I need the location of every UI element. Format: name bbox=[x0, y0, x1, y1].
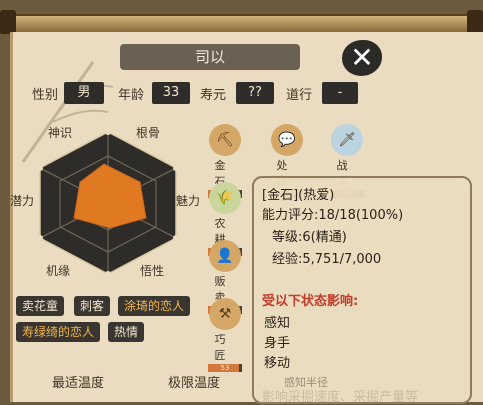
skill-level-bar: 53 bbox=[208, 364, 242, 372]
skill-name: 巧匠 bbox=[214, 333, 236, 362]
radar-label-shenshi: 神识 bbox=[48, 126, 73, 140]
radar-label-qianli: 潜力 bbox=[10, 194, 35, 208]
age-value: 33 bbox=[152, 82, 190, 104]
tooltip-effect: 感知 bbox=[264, 316, 291, 331]
tooltip-title: [金石](热爱) bbox=[262, 188, 335, 203]
relation-tag[interactable]: 涂琦的恋人 bbox=[118, 296, 191, 316]
tooltip-exp: 经验:5,751/7,000 bbox=[272, 252, 382, 267]
craft-icon: ⚒ bbox=[209, 298, 241, 330]
lifespan-label: 寿元 bbox=[200, 88, 227, 103]
tooltip-level: 等级:6(精通) bbox=[272, 230, 347, 245]
limit-temperature-label: 极限温度 bbox=[168, 376, 221, 391]
merchant-icon: 👤 bbox=[209, 240, 241, 272]
relation-tag[interactable]: 寿绿绮的恋人 bbox=[16, 322, 101, 342]
trait-tag[interactable]: 刺客 bbox=[74, 296, 111, 316]
speech-bubble-icon: 💬 bbox=[271, 124, 303, 156]
radar-label-jiyuan: 机缘 bbox=[46, 264, 71, 278]
trait-tag[interactable]: 热情 bbox=[108, 322, 145, 342]
radar-label-meili: 魅力 bbox=[176, 194, 201, 208]
age-label: 年龄 bbox=[118, 88, 145, 103]
tooltip-affected-header: 受以下状态影响: bbox=[262, 294, 359, 309]
rod-cap-right bbox=[467, 10, 483, 34]
daoxing-label: 道行 bbox=[286, 88, 313, 103]
radar-label-wuxing: 悟性 bbox=[140, 264, 165, 278]
tooltip-effect: 移动 bbox=[264, 356, 291, 371]
skill-tooltip: [金石](热爱) 能力评分:18/18(100%) 等级:6(精通) 经验:5,… bbox=[252, 176, 472, 405]
best-temperature-label: 最适温度 bbox=[52, 376, 105, 391]
trait-tag[interactable]: 卖花童 bbox=[16, 296, 65, 316]
scroll-rod-top bbox=[0, 10, 483, 34]
daoxing-value: - bbox=[322, 82, 358, 104]
gender-label: 性别 bbox=[32, 88, 59, 103]
rod-cap-left bbox=[0, 10, 16, 34]
lifespan-value: ?? bbox=[236, 82, 274, 104]
skill-level-value: 53 bbox=[220, 364, 230, 372]
tooltip-effect: 身手 bbox=[264, 336, 291, 351]
skill-qiaojiang[interactable]: ⚒ 巧匠 53 bbox=[205, 298, 245, 372]
grain-icon: 🌾 bbox=[209, 182, 241, 214]
gender-value: 男 bbox=[64, 82, 104, 104]
sword-icon: 🗡 bbox=[331, 124, 363, 156]
tooltip-footer: 影响采掘速度、采掘产量等 bbox=[262, 390, 419, 405]
character-name-title: 司以 bbox=[120, 44, 300, 70]
pickaxe-icon: ⛏ bbox=[209, 124, 241, 156]
radar-label-gengu: 根骨 bbox=[136, 126, 161, 140]
close-icon[interactable]: ✕ bbox=[350, 41, 373, 74]
tooltip-rating: 能力评分:18/18(100%) bbox=[262, 208, 404, 223]
